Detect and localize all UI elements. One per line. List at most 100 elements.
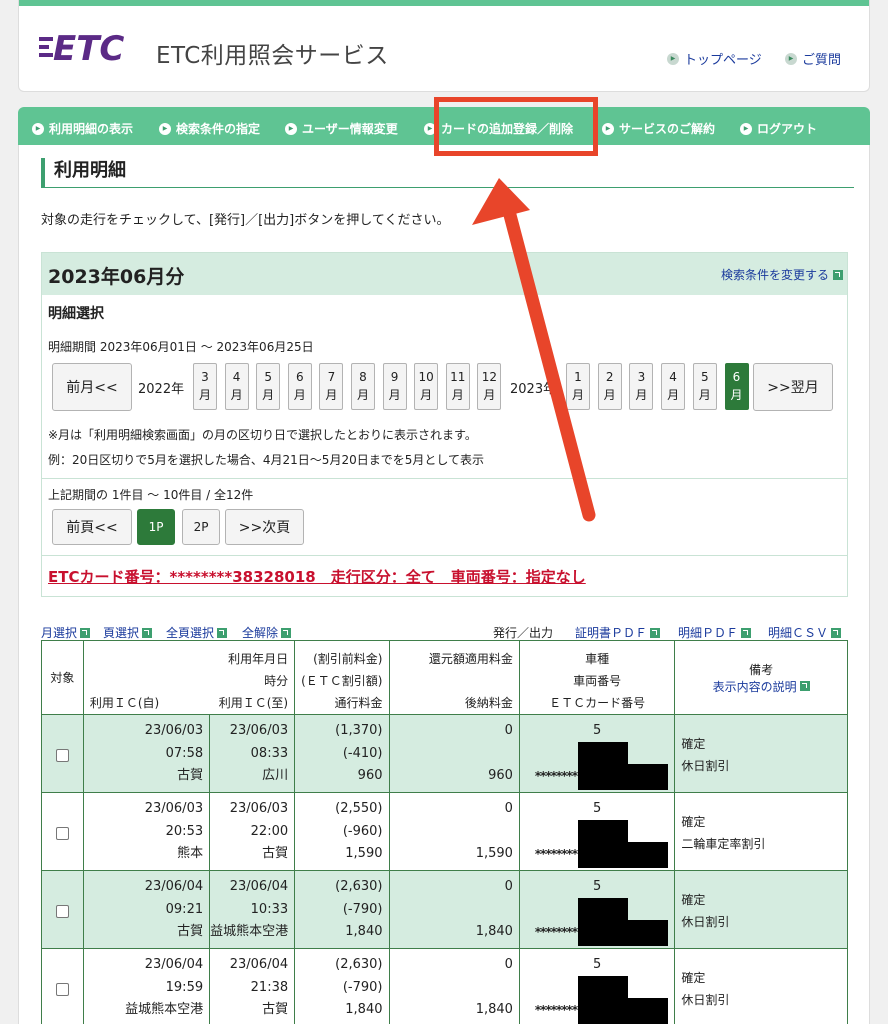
select-page-link[interactable]: 頁選択	[103, 624, 153, 641]
top-page-link[interactable]: ▶ トップページ	[667, 49, 762, 68]
svg-text:ETC: ETC	[53, 29, 124, 64]
usage-table: 対象 利用年月日 時分 利用ＩＣ(自) 利用ＩＣ(至) (割引前料金) (ＥＴＣ…	[41, 640, 848, 1024]
page-2-button[interactable]: 2P	[182, 509, 220, 545]
entry-date: 23/06/04	[144, 957, 204, 972]
header-fee-toll: 通行料金	[334, 695, 383, 710]
arrow-right-icon: ▶	[159, 122, 171, 135]
fee-discount: (-960)	[342, 823, 383, 839]
month-button-9[interactable]: 9月	[382, 363, 407, 410]
next-month-button[interactable]: >>翌月	[753, 363, 833, 411]
entry-date: 23/06/04	[144, 879, 204, 894]
month-button-3[interactable]: 3月	[629, 363, 654, 410]
exit-date: 23/06/03	[229, 723, 289, 738]
header-fee: (割引前料金) (ＥＴＣ割引額) 通行料金	[294, 640, 390, 715]
entry-cell: 23/06/04 19:59 益城熊本空港	[82, 948, 211, 1024]
exit-cell: 23/06/04 21:38 古賀	[209, 948, 296, 1024]
table-header-row: 対象 利用年月日 時分 利用ＩＣ(自) 利用ＩＣ(至) (割引前料金) (ＥＴＣ…	[41, 640, 848, 715]
card-info-line: ETCカード番号：********38328018 走行区分：全て 車両番号：指…	[48, 568, 586, 586]
month-number: 4	[232, 370, 241, 384]
table-row: 23/06/04 19:59 益城熊本空港 23/06/04 21:38 古賀 (2,630…	[41, 948, 848, 1024]
header-time: 時分	[264, 673, 289, 688]
period-title: 2023年06月分	[48, 266, 185, 288]
month-button-4[interactable]: 4月	[224, 363, 249, 410]
certificate-pdf-link[interactable]: 証明書ＰＤＦ	[575, 624, 661, 641]
month-button-8[interactable]: 8月	[351, 363, 375, 410]
entry-cell: 23/06/03 07:58 古賀	[82, 714, 211, 793]
month-button-6[interactable]: 6月	[287, 363, 312, 410]
faq-link[interactable]: ▶ ご質問	[785, 49, 841, 68]
entry-date: 23/06/03	[144, 801, 204, 816]
month-button-5[interactable]: 5月	[692, 363, 717, 410]
month-number: 8	[359, 370, 367, 384]
header-date: 利用年月日	[228, 651, 289, 666]
header-fee-discount: (ＥＴＣ割引額)	[301, 673, 383, 688]
month-suffix: 月	[483, 388, 496, 402]
exit-date: 23/06/04	[229, 879, 289, 894]
details-pdf-link[interactable]: 明細ＰＤＦ	[678, 624, 752, 641]
arrow-right-icon: ▶	[602, 122, 614, 135]
period-panel: 2023年06月分 検索条件を変更する 明細選択 明細期間 2023年06月01…	[41, 252, 848, 597]
month-suffix: 月	[198, 388, 211, 402]
month-button-12[interactable]: 12 月	[477, 363, 502, 410]
period-header: 2023年06月分 検索条件を変更する	[42, 253, 847, 295]
refund-cell: 0 1,840	[388, 948, 520, 1024]
period-range: 明細期間 2023年06月01日 〜 2023年06月25日	[48, 340, 314, 354]
prev-page-button[interactable]: 前頁<<	[52, 509, 132, 545]
month-button-6[interactable]: 6月	[724, 363, 749, 410]
next-page-button[interactable]: >>次頁	[225, 509, 304, 545]
card-number-mask: ********	[534, 847, 578, 861]
arrow-right-icon: ▶	[285, 122, 297, 135]
entry-time: 07:58	[165, 745, 204, 761]
redacted-card-number	[577, 998, 668, 1024]
nav-user-info[interactable]: ▶ ユーザー情報変更	[285, 120, 398, 137]
entry-time: 09:21	[165, 901, 204, 917]
nav-cancel-service[interactable]: ▶ サービスのご解約	[602, 120, 715, 137]
details-csv-link[interactable]: 明細ＣＳＶ	[768, 624, 842, 641]
remark-explanation-link[interactable]: 表示内容の説明	[675, 678, 847, 695]
month-number: 3	[637, 370, 646, 384]
vehicle-type: 5	[592, 957, 602, 972]
deferred-fee: 960	[488, 768, 513, 783]
change-search-link[interactable]: 検索条件を変更する	[721, 266, 843, 283]
year-label-2023: 2023年	[510, 382, 557, 397]
redacted-vehicle-number	[577, 742, 628, 766]
row-checkbox[interactable]	[55, 905, 69, 918]
month-suffix: 月	[635, 388, 648, 402]
header-ic-from: 利用ＩＣ(自)	[89, 695, 160, 710]
month-button-7[interactable]: 7月	[319, 363, 344, 410]
month-button-3[interactable]: 3月	[193, 363, 217, 410]
nav-usage-details[interactable]: ▶ 利用明細の表示	[32, 120, 133, 137]
header-vehicle: 車種 車両番号 ＥＴＣカード番号	[518, 640, 676, 715]
external-link-icon	[833, 269, 843, 280]
details-select-heading: 明細選択	[48, 306, 104, 322]
header-vehicle-number: 車両番号	[573, 673, 622, 688]
month-example: 例：20日区切りで5月を選択した場合、4月21日〜5月20日までを5月として表示	[48, 453, 484, 467]
nav-label: 利用明細の表示	[49, 122, 134, 136]
month-suffix: 月	[603, 388, 616, 402]
month-button-1[interactable]: 1月	[566, 363, 590, 410]
exit-time: 08:33	[250, 745, 289, 761]
row-checkbox[interactable]	[55, 749, 69, 762]
row-checkbox[interactable]	[55, 827, 69, 840]
month-button-2[interactable]: 2月	[597, 363, 622, 410]
redacted-vehicle-number	[577, 898, 628, 922]
clear-all-link[interactable]: 全解除	[242, 624, 292, 641]
prev-month-button[interactable]: 前月<<	[52, 363, 132, 411]
fee-cell: (2,550) (-960) 1,590	[294, 792, 390, 871]
nav-logout[interactable]: ▶ ログアウト	[740, 120, 817, 137]
nav-search-conditions[interactable]: ▶ 検索条件の指定	[159, 120, 260, 137]
fee-before: (2,630)	[335, 957, 383, 972]
row-checkbox[interactable]	[55, 983, 69, 996]
month-button-11[interactable]: 11 月	[445, 363, 470, 410]
page-1-button[interactable]: 1P	[137, 509, 175, 545]
month-number: 4	[669, 370, 677, 384]
target-cell	[41, 714, 84, 793]
deferred-fee: 1,840	[475, 924, 513, 939]
select-month-link[interactable]: 月選択	[41, 624, 91, 641]
entry-cell: 23/06/04 09:21 古賀	[82, 870, 211, 949]
exit-time: 10:33	[250, 901, 289, 917]
month-button-4[interactable]: 4月	[661, 363, 686, 410]
select-all-pages-link[interactable]: 全頁選択	[166, 624, 228, 641]
month-button-5[interactable]: 5月	[256, 363, 281, 410]
month-button-10[interactable]: 10 月	[414, 363, 439, 410]
